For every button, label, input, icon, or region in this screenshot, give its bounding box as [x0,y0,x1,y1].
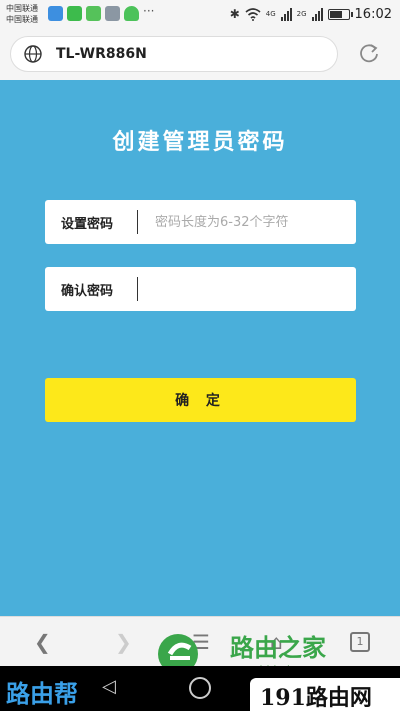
confirm-password-label: 确认密码 [61,284,114,299]
watermark-brand: 路由之家 [230,633,326,662]
app-notification-icon [86,6,101,21]
battery-icon [327,8,353,20]
notification-icons: ··· [48,4,157,21]
address-text: TL-WR886N [56,46,147,62]
watermark-badge-text: 191路由网 [260,685,372,711]
set-password-input[interactable] [145,206,345,238]
page-title: 创建管理员密码 [112,130,288,155]
field-separator [137,210,138,234]
confirm-button[interactable]: 确 定 [45,378,356,422]
wifi-icon [245,7,261,21]
nav-home-icon[interactable] [189,677,211,699]
browser-address-area: TL-WR886N [0,30,400,80]
bluetooth-icon: ✱ [229,7,240,21]
system-icons: ✱ 4G 2G 16:02 [230,6,392,22]
confirm-password-field: 确认密码 [45,267,356,311]
watermark-brand-left: 路由帮 [6,679,78,708]
image-icon [105,6,120,21]
carrier-label-2: 中国联通 [6,15,38,24]
nav-back-icon[interactable]: ◁ [102,676,116,697]
confirm-password-input[interactable] [145,273,345,305]
field-cursor [137,277,138,301]
battery-level [329,10,343,18]
address-bar[interactable]: TL-WR886N [10,36,338,72]
carrier-label-1: 中国联通 [6,4,38,13]
forward-icon[interactable]: ❯ [115,631,132,653]
signal-icon [311,7,323,21]
signal-icon [280,7,292,21]
app-notification-icon [48,6,63,21]
clock: 16:02 [354,6,392,22]
wechat-icon [67,6,82,21]
watermark-badge: 191路由网 [250,678,400,711]
globe-icon [24,45,42,63]
more-icon: ··· [143,4,155,18]
network-type-2: 2G [296,9,307,18]
set-password-field: 设置密码 [45,200,356,244]
main-content: 创建管理员密码 设置密码 确认密码 确 定 [0,80,400,616]
network-type-1: 4G [265,9,276,18]
tabs-icon[interactable]: 1 [350,632,370,652]
wifi-app-icon [124,6,139,21]
set-password-label: 设置密码 [61,217,114,232]
status-bar: 中国联通 中国联通 ··· ✱ 4G 2G 16:02 [0,0,400,30]
refresh-icon[interactable] [358,42,380,64]
back-icon[interactable]: ❮ [34,631,51,653]
